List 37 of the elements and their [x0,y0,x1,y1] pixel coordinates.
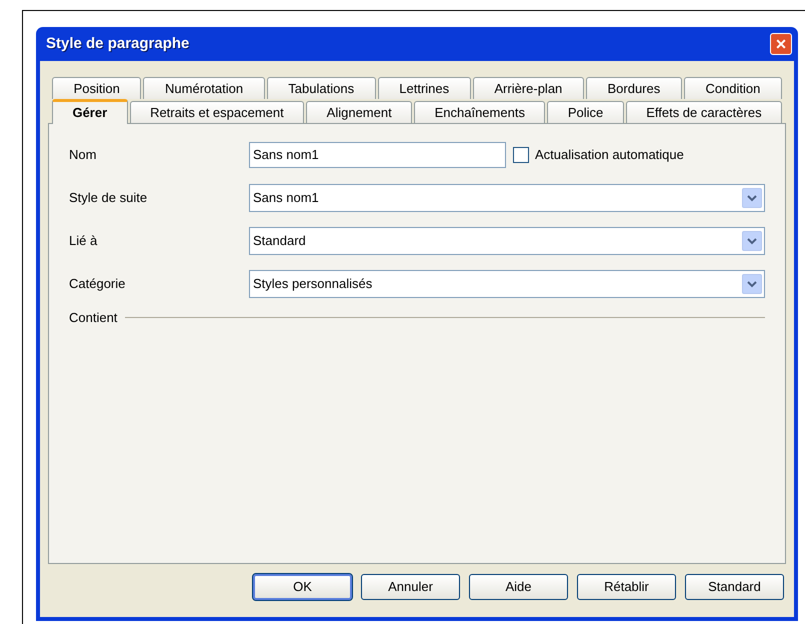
tab[interactable]: Condition [684,77,782,99]
tab[interactable]: Position [52,77,142,99]
dropdown[interactable]: Standard [249,227,765,255]
tab[interactable]: Effets de caractères [626,101,782,123]
chevron-down-icon [742,274,762,294]
dropdown[interactable]: Sans nom1 [249,184,765,212]
tab[interactable]: Enchaînements [414,101,546,123]
checkbox-label: Actualisation automatique [535,146,684,164]
dialog-button[interactable]: Annuler [361,574,460,600]
tab[interactable]: Gérer [52,99,128,124]
dialog-button[interactable]: Standard [685,574,784,600]
dialog-button[interactable]: Rétablir [577,574,676,600]
tab[interactable]: Numérotation [143,77,265,99]
dropdown-value: Styles personnalisés [253,275,372,294]
tab[interactable]: Bordures [586,77,682,99]
tab[interactable]: Lettrines [378,77,471,99]
checkbox[interactable] [513,147,529,163]
dropdown-value: Standard [253,232,306,250]
field-label: Catégorie [69,275,126,294]
section-heading: Contient [69,309,118,327]
tab[interactable]: Alignement [306,101,412,123]
chevron-down-icon [742,231,762,251]
dialog-button[interactable]: Aide [469,574,568,600]
dialog-button[interactable]: OK [253,574,352,600]
dropdown-value: Sans nom1 [253,189,319,208]
close-button[interactable]: × [770,33,792,55]
tab[interactable]: Arrière-plan [472,77,584,99]
field-label: Lié à [69,232,98,250]
tab[interactable]: Retraits et espacement [130,101,304,123]
text-field[interactable]: Sans nom1 [249,142,506,168]
tab[interactable]: Police [547,101,624,123]
field-label: Nom [69,146,98,164]
tab[interactable]: Tabulations [266,77,376,99]
chevron-down-icon [742,188,762,208]
dropdown[interactable]: Styles personnalisés [249,270,765,298]
window-title: Style de paragraphe [46,34,190,54]
field-label: Style de suite [69,189,148,208]
